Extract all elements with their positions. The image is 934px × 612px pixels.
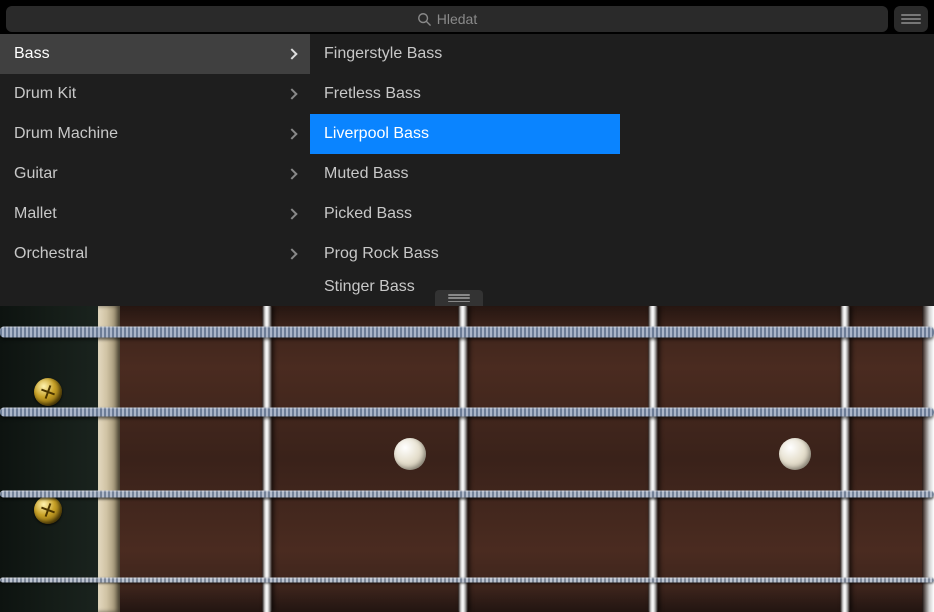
- bass-fretboard[interactable]: [0, 306, 934, 612]
- category-label: Orchestral: [14, 245, 88, 263]
- category-label: Mallet: [14, 205, 57, 223]
- headstock: [0, 306, 98, 612]
- chevron-right-icon: [286, 88, 297, 99]
- category-drum-kit[interactable]: Drum Kit: [0, 74, 310, 114]
- search-icon: [417, 12, 431, 26]
- chevron-right-icon: [286, 128, 297, 139]
- chevron-right-icon: [286, 208, 297, 219]
- category-orchestral[interactable]: Orchestral: [0, 234, 310, 274]
- drag-icon: [901, 14, 921, 24]
- search-placeholder: Hledat: [437, 11, 477, 27]
- screw-icon: [34, 496, 62, 524]
- preset-label: Stinger Bass: [324, 278, 415, 296]
- fret: [922, 306, 934, 612]
- preset-label: Prog Rock Bass: [324, 245, 439, 263]
- preset-label: Liverpool Bass: [324, 125, 429, 143]
- fret-marker-dot: [779, 438, 811, 470]
- search-input[interactable]: Hledat: [6, 6, 888, 32]
- screw-icon: [34, 378, 62, 406]
- preset-picked-bass[interactable]: Picked Bass: [310, 194, 620, 234]
- chevron-right-icon: [286, 168, 297, 179]
- nut: [98, 306, 120, 612]
- category-mallet[interactable]: Mallet: [0, 194, 310, 234]
- fret: [458, 306, 468, 612]
- category-drum-machine[interactable]: Drum Machine: [0, 114, 310, 154]
- drag-icon: [448, 294, 470, 302]
- preset-fingerstyle-bass[interactable]: Fingerstyle Bass: [310, 34, 620, 74]
- preset-prog-rock-bass[interactable]: Prog Rock Bass: [310, 234, 620, 274]
- preset-muted-bass[interactable]: Muted Bass: [310, 154, 620, 194]
- category-label: Bass: [14, 45, 50, 63]
- category-guitar[interactable]: Guitar: [0, 154, 310, 194]
- preset-liverpool-bass[interactable]: Liverpool Bass: [310, 114, 620, 154]
- fretboard-surface[interactable]: [120, 306, 934, 612]
- browser-resize-handle[interactable]: [435, 290, 483, 306]
- fret: [840, 306, 850, 612]
- category-bass[interactable]: Bass: [0, 34, 310, 74]
- panel-drag-handle[interactable]: [894, 6, 928, 32]
- preset-label: Fretless Bass: [324, 85, 421, 103]
- fret-marker-dot: [394, 438, 426, 470]
- category-label: Guitar: [14, 165, 58, 183]
- preset-label: Muted Bass: [324, 165, 408, 183]
- chevron-right-icon: [286, 48, 297, 59]
- fret: [648, 306, 658, 612]
- chevron-right-icon: [286, 248, 297, 259]
- preset-fretless-bass[interactable]: Fretless Bass: [310, 74, 620, 114]
- category-label: Drum Machine: [14, 125, 118, 143]
- fret: [262, 306, 272, 612]
- category-label: Drum Kit: [14, 85, 76, 103]
- preset-label: Fingerstyle Bass: [324, 45, 442, 63]
- preset-label: Picked Bass: [324, 205, 412, 223]
